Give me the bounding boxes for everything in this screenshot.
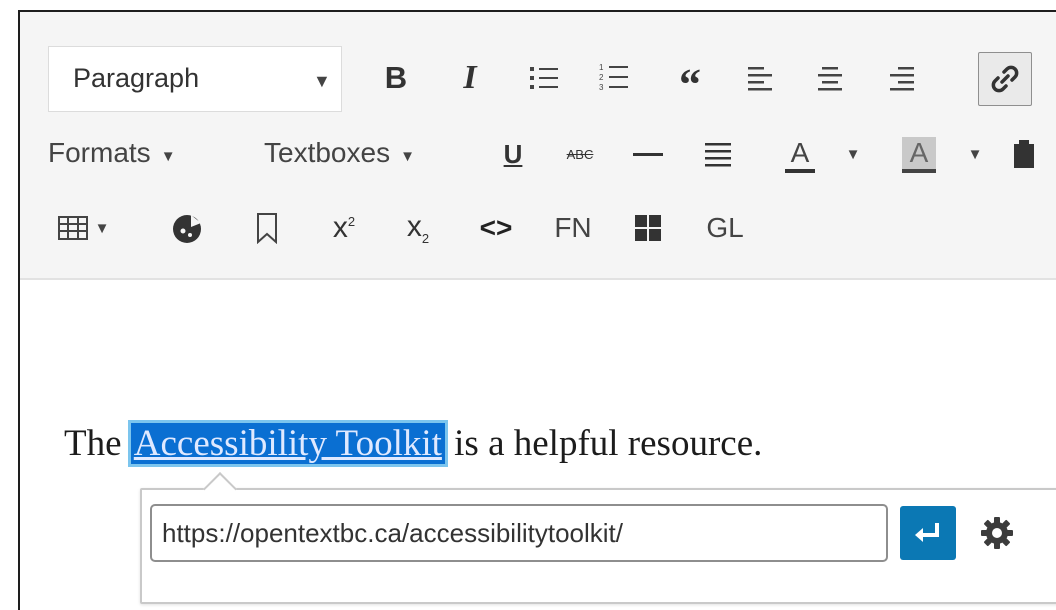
background-color-dropdown[interactable]: ▼ — [964, 134, 986, 174]
paste-icon — [1014, 140, 1034, 168]
svg-text:3: 3 — [599, 83, 604, 92]
textboxes-label: Textboxes — [264, 137, 391, 168]
bookmark-button[interactable] — [250, 206, 284, 250]
popover-arrow — [203, 472, 237, 506]
special-character-button[interactable] — [168, 206, 208, 250]
toolbar-row-3: ▼ x2 x2 <> FN GL — [20, 202, 1056, 272]
insert-link-button[interactable] — [978, 52, 1032, 106]
bold-icon: B — [384, 60, 408, 95]
align-center-button[interactable] — [812, 58, 848, 98]
paste-button[interactable] — [1012, 134, 1042, 174]
text-after: is a helpful resource. — [444, 423, 763, 464]
caret-down-icon: ▼ — [845, 145, 861, 163]
editor-paragraph[interactable]: The Accessibility Toolkit is a helpful r… — [64, 420, 763, 467]
toolbar-row-2: Formats ▼ Textboxes ▼ U ABC A ▼ A ▼ — [20, 122, 1056, 192]
gear-icon — [981, 517, 1013, 549]
bulleted-list-icon — [530, 67, 558, 89]
table-button[interactable]: ▼ — [48, 206, 118, 250]
underline-button[interactable]: U — [496, 134, 530, 174]
background-color-button[interactable]: A — [896, 130, 942, 180]
justify-icon — [705, 143, 731, 167]
toolbar-row-1: Paragraph ▼ B I 123 “ — [20, 30, 1056, 112]
text-color-dropdown[interactable]: ▼ — [842, 134, 864, 174]
numbered-list-button[interactable]: 123 — [596, 58, 632, 98]
caret-down-icon: ▼ — [400, 147, 415, 165]
strikethrough-button[interactable]: ABC — [560, 134, 600, 174]
chevron-down-icon: ▼ — [313, 71, 331, 91]
superscript-button[interactable]: x2 — [322, 206, 366, 250]
editor-frame: Paragraph ▼ B I 123 “ Formats ▼ Textboxe… — [18, 10, 1056, 610]
formats-label: Formats — [48, 137, 151, 168]
caret-down-icon: ▼ — [160, 147, 176, 165]
align-left-icon — [748, 67, 772, 91]
code-icon: <> — [479, 212, 513, 243]
table-icon — [57, 216, 88, 240]
format-select-value: Paragraph — [73, 63, 200, 93]
selected-link-text[interactable]: Accessibility Toolkit — [127, 420, 448, 467]
paragraph-format-select[interactable]: Paragraph ▼ — [48, 46, 342, 112]
svg-text:1: 1 — [599, 63, 604, 72]
blockquote-icon: “ — [679, 60, 701, 109]
subscript-icon: x2 — [406, 210, 430, 246]
footnote-label: FN — [554, 212, 592, 243]
text-color-button[interactable]: A — [770, 130, 830, 180]
apply-link-button[interactable] — [900, 506, 956, 560]
bookmark-icon — [257, 213, 277, 244]
code-button[interactable]: <> — [474, 206, 518, 250]
blockquote-button[interactable]: “ — [670, 58, 710, 107]
align-right-icon — [890, 67, 914, 91]
glossary-grid-button[interactable] — [626, 206, 670, 250]
bold-button[interactable]: B — [376, 58, 416, 98]
link-icon — [991, 65, 1019, 93]
horizontal-rule-button[interactable] — [630, 134, 666, 174]
bulleted-list-button[interactable] — [526, 58, 562, 98]
text-before: The — [64, 423, 131, 464]
underline-icon: U — [503, 138, 523, 169]
background-color-icon: A — [901, 137, 937, 173]
special-character-icon — [173, 215, 201, 243]
url-input[interactable] — [150, 504, 888, 562]
italic-icon: I — [463, 59, 477, 96]
align-center-icon — [818, 67, 842, 91]
toolbar: Paragraph ▼ B I 123 “ Formats ▼ Textboxe… — [20, 12, 1056, 280]
justify-button[interactable] — [700, 134, 736, 174]
enter-icon — [915, 523, 939, 542]
caret-down-icon: ▼ — [94, 219, 110, 237]
superscript-icon: x2 — [332, 211, 356, 244]
strikethrough-icon: ABC — [566, 146, 594, 162]
subscript-button[interactable]: x2 — [396, 206, 440, 250]
glossary-button[interactable]: GL — [700, 206, 750, 250]
glossary-label: GL — [706, 212, 744, 243]
text-color-icon: A — [784, 137, 816, 173]
numbered-list-icon: 123 — [599, 63, 628, 92]
textboxes-menu-button[interactable]: Textboxes ▼ — [264, 130, 415, 176]
formats-menu-button[interactable]: Formats ▼ — [48, 130, 176, 176]
caret-down-icon: ▼ — [967, 145, 983, 163]
link-popover — [140, 472, 1056, 604]
align-left-button[interactable] — [742, 58, 778, 98]
footnote-button[interactable]: FN — [548, 206, 598, 250]
glossary-grid-icon — [635, 215, 661, 241]
svg-text:2: 2 — [599, 73, 604, 82]
italic-button[interactable]: I — [450, 58, 490, 98]
horizontal-rule-icon — [633, 152, 663, 156]
align-right-button[interactable] — [884, 58, 920, 98]
link-settings-button[interactable] — [972, 508, 1022, 558]
